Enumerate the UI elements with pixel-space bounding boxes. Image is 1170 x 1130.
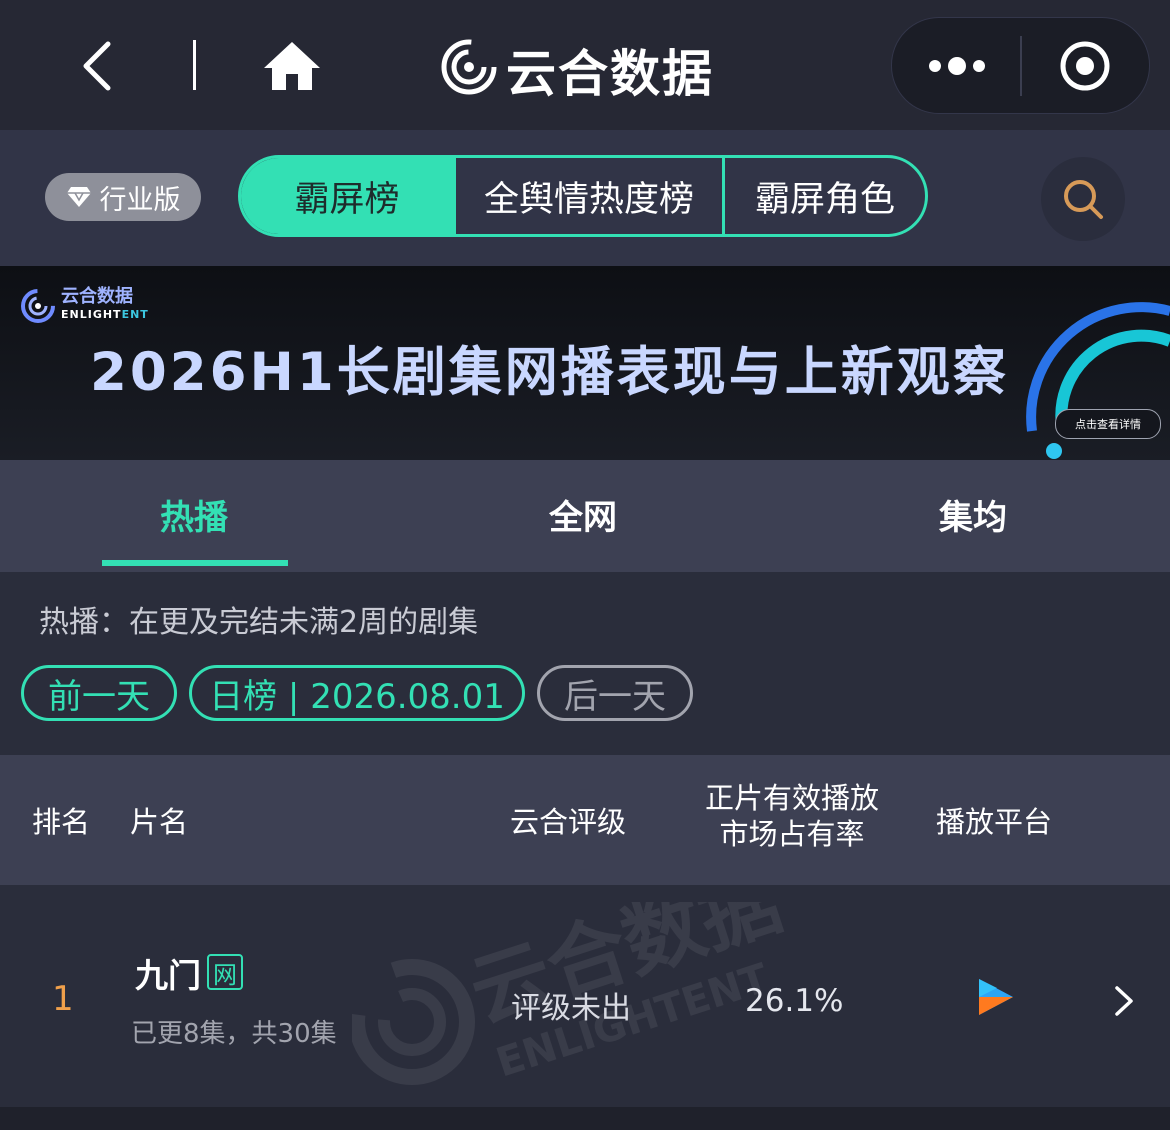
nav-divider — [193, 40, 196, 90]
capsule-divider — [1020, 36, 1022, 96]
miniprogram-capsule — [891, 17, 1150, 114]
banner-brand-en: ENLIGHTENT — [61, 308, 149, 321]
youku-platform-icon — [979, 979, 1013, 1015]
prev-day-button[interactable]: 前一天 — [21, 665, 177, 721]
ranking-description: 热播：在更及完结未满2周的剧集 — [39, 605, 479, 640]
chevron-right-icon[interactable] — [1111, 984, 1137, 1018]
list-bottom-strip — [0, 1107, 1170, 1130]
row-show-title: 九门 — [135, 956, 201, 995]
category-tabs: 热播 全网 集均 — [0, 460, 1170, 572]
close-miniprogram-icon[interactable] — [1059, 40, 1111, 92]
table-header: 排名 片名 云合评级 正片有效播放 市场占有率 播放平台 — [0, 755, 1170, 885]
tab-all-network[interactable]: 全网 — [549, 490, 617, 539]
app-title: 云合数据 — [506, 45, 714, 103]
filter-bar: 行业版 霸屏榜 全舆情热度榜 霸屏角色 — [0, 130, 1170, 266]
search-button[interactable] — [1041, 157, 1125, 241]
banner-title: 2026H1长剧集网播表现与上新观察 — [90, 342, 1009, 403]
ranking-type-switch: 霸屏榜 全舆情热度榜 霸屏角色 — [238, 155, 928, 237]
tab-hot[interactable]: 热播 — [160, 490, 228, 539]
banner-logo-icon — [21, 289, 55, 323]
diamond-icon — [66, 187, 91, 207]
row-rank: 1 — [52, 979, 74, 1019]
header-rating: 云合评级 — [510, 805, 627, 839]
banner-detail-button[interactable]: 点击查看详情 — [1055, 409, 1161, 439]
top-nav-bar: 云合数据 — [0, 0, 1170, 130]
search-icon — [1064, 180, 1103, 219]
back-arrow-icon[interactable] — [78, 38, 118, 94]
date-picker-button[interactable]: 日榜 | 2026.08.01 — [189, 665, 525, 721]
home-icon[interactable] — [262, 40, 322, 92]
row-rating: 评级未出 — [511, 991, 631, 1026]
active-tab-indicator — [102, 560, 288, 566]
segment-quanyuqing[interactable]: 全舆情热度榜 — [453, 158, 722, 234]
tab-episode-average[interactable]: 集均 — [939, 490, 1007, 539]
more-options-icon[interactable] — [927, 53, 987, 79]
header-platform: 播放平台 — [936, 805, 1053, 839]
web-drama-badge: 网 — [207, 954, 243, 990]
row-market-share: 26.1% — [745, 983, 844, 1019]
next-day-button[interactable]: 后一天 — [537, 665, 693, 721]
banner-brand-cn: 云合数据 — [61, 286, 133, 307]
industry-edition-button[interactable]: 行业版 — [45, 173, 201, 221]
header-rank: 排名 — [32, 805, 91, 839]
row-episode-progress: 已更8集，共30集 — [131, 1019, 337, 1049]
table-row[interactable]: 云合数据 ENLIGHTENT 1 九门 网 已更8集，共30集 评级未出 26… — [0, 887, 1170, 1107]
industry-edition-label: 行业版 — [99, 184, 181, 216]
promo-banner[interactable]: 云合数据 ENLIGHTENT 2026H1长剧集网播表现与上新观察 点击查看详… — [0, 266, 1170, 460]
header-market-share: 正片有效播放 市场占有率 — [704, 781, 879, 851]
header-title: 片名 — [130, 805, 189, 839]
yunhe-logo-icon — [441, 39, 497, 95]
segment-bapingbang[interactable]: 霸屏榜 — [241, 158, 453, 234]
segment-bapingjuese[interactable]: 霸屏角色 — [722, 158, 925, 234]
